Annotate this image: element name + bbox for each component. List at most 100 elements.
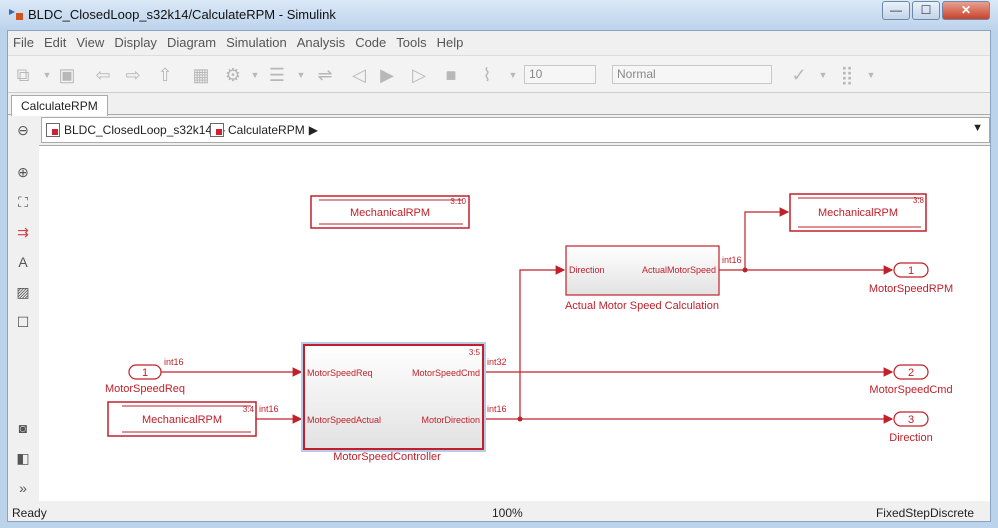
port-name: MotorSpeedCmd [869, 384, 952, 396]
block-tag: 3:8 [913, 196, 925, 205]
chevron-down-icon[interactable]: ▼ [244, 64, 266, 86]
check-icon[interactable]: ✓ [788, 64, 810, 86]
outport-direction[interactable]: 3 Direction [889, 411, 933, 444]
port-label: Direction [569, 265, 605, 275]
back-arrow-icon[interactable]: ⇦ [92, 64, 114, 86]
menu-view[interactable]: View [71, 33, 109, 53]
chevron-down-icon[interactable]: ▼ [502, 64, 524, 86]
signal-label: int16 [164, 357, 184, 367]
step-back-icon[interactable]: ◁ [348, 64, 370, 86]
signal-label: int16 [259, 404, 279, 414]
stop-time-input[interactable]: 10 [524, 65, 596, 84]
save-icon[interactable]: ▣ [56, 64, 78, 86]
library-browser-icon[interactable]: ▦ [190, 64, 212, 86]
menu-edit[interactable]: Edit [39, 33, 71, 53]
zoom-level: 100% [492, 506, 523, 520]
status-text: Ready [12, 506, 47, 520]
menu-simulation[interactable]: Simulation [221, 33, 292, 53]
camera-icon[interactable]: ◙ [14, 419, 32, 437]
gear-icon[interactable]: ⚙ [222, 64, 244, 86]
mechanicalrpm-block-top[interactable]: MechanicalRPM 3:10 [310, 195, 470, 229]
outport-motorspeedcmd[interactable]: 2 MotorSpeedCmd [869, 364, 953, 396]
port-label: ActualMotorSpeed [642, 265, 716, 275]
maximize-button[interactable]: ☐ [912, 1, 940, 20]
build-icon[interactable]: ⣿ [836, 64, 858, 86]
breadcrumb-subsystem[interactable]: CalculateRPM ▶ [210, 123, 318, 137]
subsystem-icon [210, 123, 224, 137]
block-tag: 3:5 [469, 348, 481, 357]
simulation-mode-select[interactable]: Normal [612, 65, 772, 84]
stop-icon[interactable]: ■ [440, 64, 462, 86]
outport-motorspeedrpm[interactable]: 1 MotorSpeedRPM [869, 262, 953, 295]
status-bar: Ready 100% FixedStepDiscrete [8, 503, 990, 523]
chevron-down-icon[interactable]: ▼ [36, 64, 58, 86]
block-name: Actual Motor Speed Calculation [565, 300, 719, 312]
signal-rpm-branch[interactable] [744, 207, 790, 270]
fit-view-icon[interactable]: ⛶ [14, 193, 32, 211]
port-label: MotorDirection [421, 415, 480, 425]
annotation-icon[interactable]: A [14, 253, 32, 271]
port-name: Direction [889, 432, 932, 444]
main-window: File Edit View Display Diagram Simulatio… [7, 30, 991, 522]
inport-motorspeedreq[interactable]: 1 MotorSpeedReq [105, 364, 185, 395]
port-label: MotorSpeedActual [307, 415, 381, 425]
close-button[interactable]: ✕ [942, 1, 990, 20]
block-tag: 3:10 [450, 197, 466, 206]
palette: ⊕ ⛶ ⇉ A ▨ ☐ ◙ ◧ » [8, 143, 39, 501]
port-label: MotorSpeedCmd [412, 368, 480, 378]
chevron-down-icon[interactable]: ▼ [860, 64, 882, 86]
menu-diagram[interactable]: Diagram [162, 33, 221, 53]
arrow-right-icon: ▶ [308, 123, 318, 137]
window-title: BLDC_ClosedLoop_s32k14/CalculateRPM - Si… [28, 7, 336, 22]
menu-file[interactable]: File [8, 33, 39, 53]
port-number: 3 [908, 414, 914, 426]
zoom-icon[interactable]: ⊕ [14, 163, 32, 181]
hide-explorer-icon[interactable]: ⊖ [14, 121, 32, 139]
branch-point [517, 416, 523, 422]
scope-icon[interactable]: ⌇ [476, 64, 498, 86]
block-label: MechanicalRPM [350, 207, 430, 219]
forward-arrow-icon[interactable]: ⇨ [122, 64, 144, 86]
diagram-canvas[interactable]: int16 int16 int32 int16 int16 Mechanical… [39, 145, 990, 501]
new-model-icon[interactable]: ⧉ [12, 64, 34, 86]
chevron-down-icon[interactable]: ▼ [972, 122, 983, 134]
run-icon[interactable]: ▶ [376, 64, 398, 86]
model-explorer-icon[interactable]: ☰ [266, 64, 288, 86]
port-number: 1 [142, 367, 148, 379]
breadcrumb-model[interactable]: BLDC_ClosedLoop_s32k14▶ [46, 123, 225, 137]
menu-tools[interactable]: Tools [391, 33, 431, 53]
tab-calculaterpm[interactable]: CalculateRPM [11, 95, 108, 116]
double-chevron-icon[interactable]: » [14, 479, 32, 497]
area-icon[interactable]: ☐ [14, 313, 32, 331]
port-number: 1 [908, 265, 914, 277]
branch-point [742, 267, 748, 273]
chevron-down-icon[interactable]: ▼ [812, 64, 834, 86]
port-name: MotorSpeedRPM [869, 283, 953, 295]
mechanicalrpm-block-right[interactable]: MechanicalRPM 3:8 [789, 193, 927, 232]
toolbar: ⧉ ▼ ▣ ⇦ ⇨ ⇧ ▦ ⚙ ▼ ☰ ▼ ⇌ ◁ ▶ ▷ ■ ⌇ ▼ 10 N… [8, 55, 990, 93]
model-browser-icon[interactable]: ◧ [14, 449, 32, 467]
signal-label: int32 [487, 357, 507, 367]
model-icon [46, 123, 60, 137]
chevron-down-icon[interactable]: ▼ [290, 64, 312, 86]
arrow-right-icon[interactable]: ⇉ [14, 223, 32, 241]
block-label: MechanicalRPM [142, 414, 222, 426]
solver-name[interactable]: FixedStepDiscrete [876, 503, 974, 523]
menu-help[interactable]: Help [432, 33, 469, 53]
update-diagram-icon[interactable]: ⇌ [314, 64, 336, 86]
step-forward-icon[interactable]: ▷ [408, 64, 430, 86]
motorspeedcontroller-block[interactable]: 3:5 MotorSpeedReq MotorSpeedActual Motor… [301, 342, 486, 463]
image-icon[interactable]: ▨ [14, 283, 32, 301]
block-tag: 3:4 [243, 405, 255, 414]
actual-motor-speed-calculation-block[interactable]: Direction ActualMotorSpeed Actual Motor … [565, 245, 720, 312]
minimize-button[interactable]: — [882, 1, 910, 20]
up-arrow-icon[interactable]: ⇧ [154, 64, 176, 86]
menu-bar: File Edit View Display Diagram Simulatio… [8, 33, 468, 53]
menu-code[interactable]: Code [350, 33, 391, 53]
mechanicalrpm-block-left[interactable]: MechanicalRPM 3:4 [107, 401, 257, 437]
breadcrumb-model-label: BLDC_ClosedLoop_s32k14 [64, 123, 213, 137]
signal-dir-branch[interactable] [519, 265, 566, 419]
menu-analysis[interactable]: Analysis [292, 33, 350, 53]
port-label: MotorSpeedReq [307, 368, 373, 378]
menu-display[interactable]: Display [109, 33, 162, 53]
